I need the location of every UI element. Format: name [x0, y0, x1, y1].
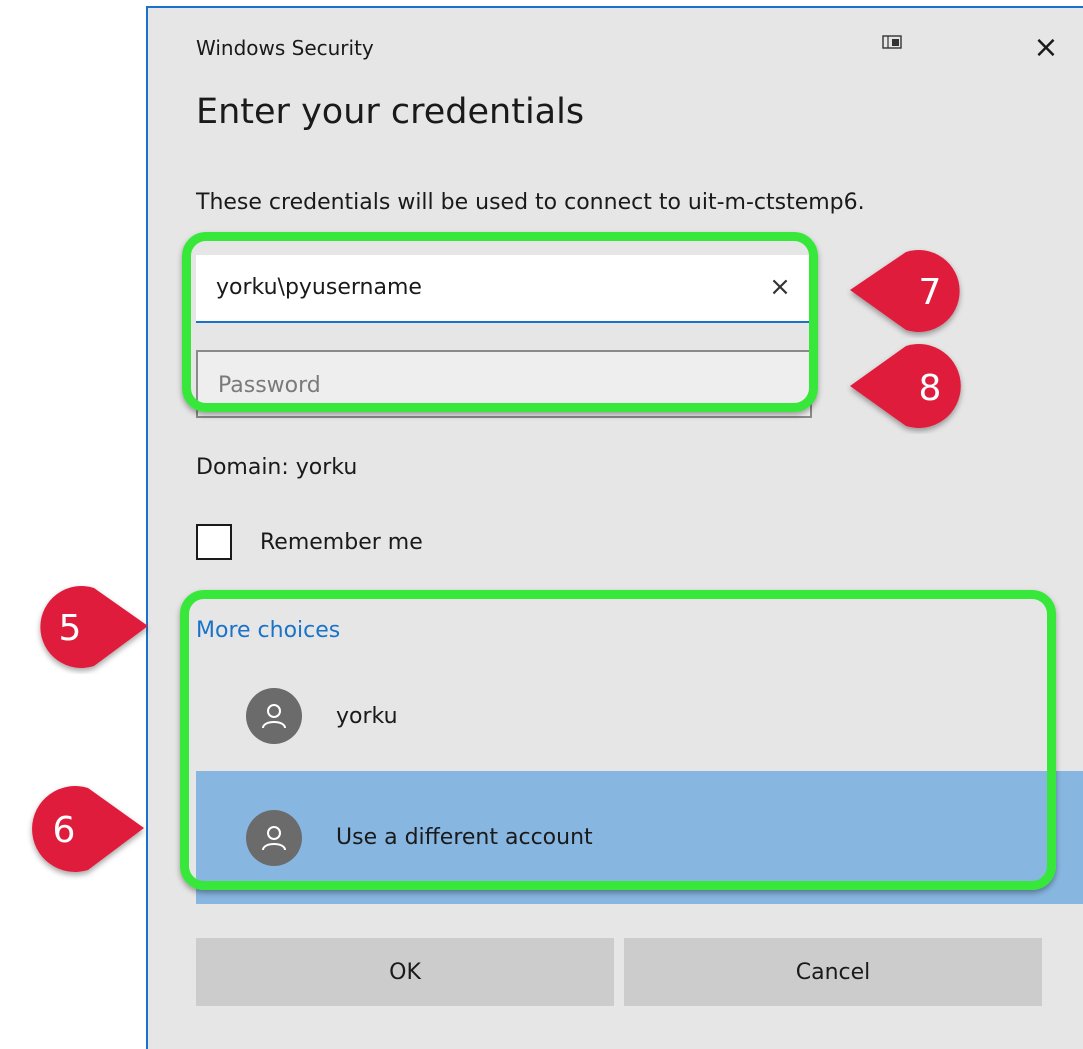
checkbox-box[interactable]: [196, 524, 232, 560]
account-label: yorku: [336, 703, 398, 729]
user-icon: [246, 809, 302, 866]
marker-number: 5: [59, 608, 82, 649]
username-value[interactable]: yorku\pyusername: [216, 275, 422, 300]
credentials-dialog: Windows Security × Enter your credential…: [146, 6, 1083, 1049]
step-marker-5: 5: [28, 584, 154, 674]
remember-me-label: Remember me: [260, 529, 423, 555]
marker-number: 6: [53, 810, 76, 851]
domain-label: Domain: yorku: [196, 455, 358, 480]
account-item-yorku[interactable]: yorku: [196, 656, 1083, 776]
more-choices-link[interactable]: More choices: [196, 618, 340, 643]
connection-description: These credentials will be used to connec…: [196, 190, 865, 215]
password-input[interactable]: [216, 352, 800, 418]
window-title: Windows Security: [196, 36, 374, 60]
account-item-different[interactable]: Use a different account: [196, 771, 1083, 904]
account-label: Use a different account: [336, 825, 593, 850]
page-title: Enter your credentials: [196, 92, 585, 132]
restore-icon[interactable]: [882, 34, 902, 49]
username-field[interactable]: yorku\pyusername ×: [196, 255, 812, 323]
screenshot: Windows Security × Enter your credential…: [0, 0, 1083, 1049]
remember-me-checkbox[interactable]: Remember me: [196, 520, 423, 564]
password-field[interactable]: [196, 350, 812, 418]
user-icon: [246, 688, 302, 744]
clear-icon[interactable]: ×: [764, 269, 796, 305]
close-icon[interactable]: ×: [1026, 28, 1066, 68]
step-marker-6: 6: [20, 784, 150, 880]
cancel-button[interactable]: Cancel: [624, 938, 1042, 1006]
ok-button[interactable]: OK: [196, 938, 614, 1006]
